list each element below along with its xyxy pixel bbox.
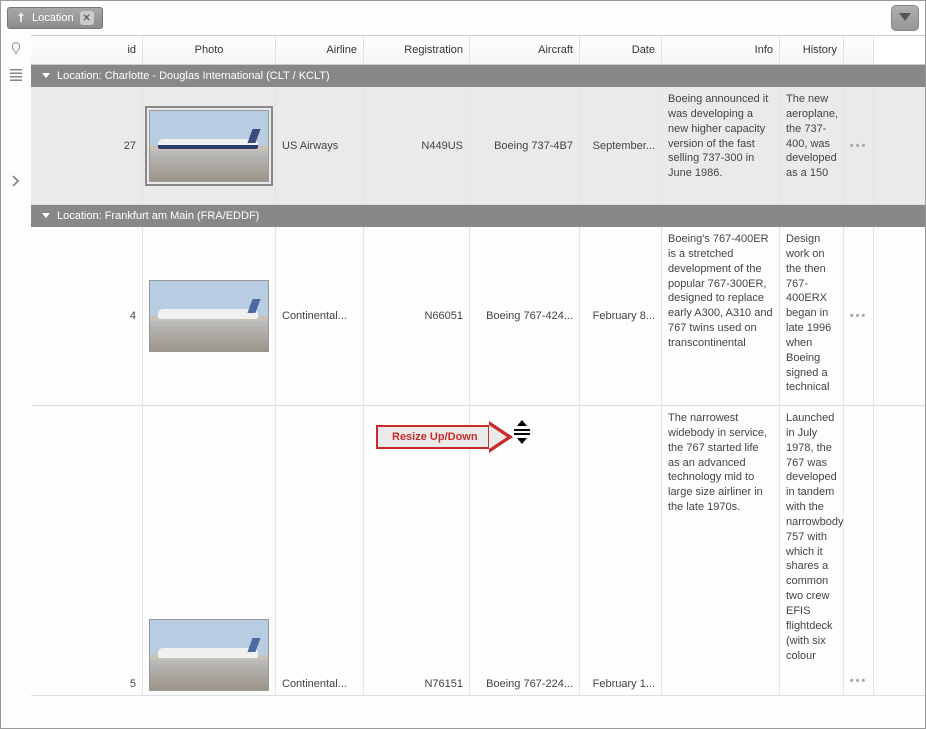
chevron-right-icon[interactable] xyxy=(12,175,20,190)
group-header[interactable]: Location: Frankfurt am Main (FRA/EDDF) xyxy=(31,205,925,227)
cell-photo xyxy=(143,406,276,695)
header-id[interactable]: id xyxy=(31,36,143,64)
cell-info: The narrowest widebody in service, the 7… xyxy=(662,406,780,695)
header-info[interactable]: Info xyxy=(662,36,780,64)
cell-registration: N76151 xyxy=(364,406,470,695)
cell-aircraft: Boeing 767-424... xyxy=(470,227,580,405)
cell-airline: Continental... xyxy=(276,227,364,405)
table-row[interactable]: 4 Continental... N66051 Boeing 767-424..… xyxy=(31,227,925,406)
cell-date: September... xyxy=(580,87,662,204)
header-registration[interactable]: Registration xyxy=(364,36,470,64)
cell-info: Boeing's 767-400ER is a stretched develo… xyxy=(662,227,780,405)
header-actions xyxy=(844,36,874,64)
column-headers: id Photo Airline Registration Aircraft D… xyxy=(31,35,925,65)
cell-date: February 8... xyxy=(580,227,662,405)
cell-history: Design work on the then 767-400ERX began… xyxy=(780,227,844,405)
cell-id: 5 xyxy=(31,406,143,695)
cell-history: Launched in July 1978, the 767 was devel… xyxy=(780,406,844,695)
row-actions-button[interactable]: ••• xyxy=(844,227,874,405)
left-gutter xyxy=(1,35,31,696)
group-header[interactable]: Location: Charlotte - Douglas Internatio… xyxy=(31,65,925,87)
cell-id: 27 xyxy=(31,87,143,204)
cell-aircraft: Boeing 767-224... xyxy=(470,406,580,695)
grid-menu-button[interactable] xyxy=(891,5,919,31)
row-actions-button[interactable]: ••• xyxy=(844,87,874,204)
cell-photo xyxy=(143,87,276,204)
cell-registration: N449US xyxy=(364,87,470,204)
header-date[interactable]: Date xyxy=(580,36,662,64)
cell-registration: N66051 xyxy=(364,227,470,405)
group-chip-location[interactable]: Location ✕ xyxy=(7,7,103,29)
header-airline[interactable]: Airline xyxy=(276,36,364,64)
table-row[interactable]: 5 Continental... N76151 Boeing 767-224..… xyxy=(31,406,925,696)
cell-aircraft: Boeing 737-4B7 xyxy=(470,87,580,204)
sort-asc-icon xyxy=(16,12,26,25)
cell-photo xyxy=(143,227,276,405)
close-icon[interactable]: ✕ xyxy=(80,11,94,25)
aircraft-thumbnail xyxy=(149,619,269,691)
cell-airline: US Airways xyxy=(276,87,364,204)
group-chip-label: Location xyxy=(32,12,74,24)
header-aircraft[interactable]: Aircraft xyxy=(470,36,580,64)
cell-id: 4 xyxy=(31,227,143,405)
header-photo[interactable]: Photo xyxy=(143,36,276,64)
aircraft-thumbnail xyxy=(149,110,269,182)
cell-history: The new aeroplane, the 737-400, was deve… xyxy=(780,87,844,204)
chevron-down-icon xyxy=(41,211,51,221)
list-icon[interactable] xyxy=(9,68,23,85)
cell-info: Boeing announced it was developing a new… xyxy=(662,87,780,204)
row-actions-button[interactable]: ••• xyxy=(844,406,874,695)
aircraft-thumbnail xyxy=(149,280,269,352)
toolbar: Location ✕ xyxy=(1,1,925,35)
group-title: Location: Charlotte - Douglas Internatio… xyxy=(57,70,330,82)
table-row[interactable]: 27 US Airways N449US Boeing 737-4B7 Sept… xyxy=(31,87,925,205)
header-history[interactable]: History xyxy=(780,36,844,64)
grid-content: id Photo Airline Registration Aircraft D… xyxy=(31,35,925,696)
cell-airline: Continental... xyxy=(276,406,364,695)
cell-date: February 1... xyxy=(580,406,662,695)
filter-drop-icon[interactable] xyxy=(9,41,23,58)
group-title: Location: Frankfurt am Main (FRA/EDDF) xyxy=(57,210,259,222)
chevron-down-icon xyxy=(41,71,51,81)
